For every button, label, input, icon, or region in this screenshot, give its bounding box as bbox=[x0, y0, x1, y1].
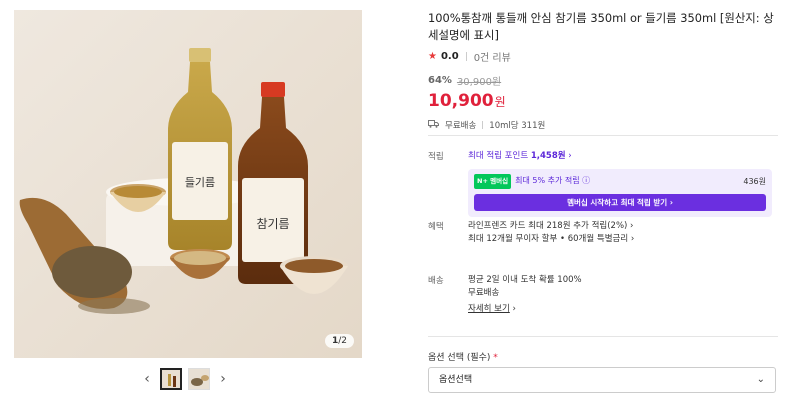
sale-price: 10,900원 bbox=[428, 91, 778, 111]
star-icon: ★ bbox=[428, 51, 437, 62]
max-points-chevron: › bbox=[565, 151, 572, 161]
discount-rate: 64% bbox=[428, 75, 452, 86]
delivery-details-link[interactable]: 자세히 보기 › bbox=[468, 303, 778, 316]
image-counter: 1/2 bbox=[324, 334, 354, 348]
shipping-fee: 무료배송 bbox=[445, 121, 477, 131]
sale-price-amount: 10,900 bbox=[428, 91, 494, 111]
thumbnail-strip: ‹ › bbox=[140, 368, 230, 390]
thumbnail-2[interactable] bbox=[188, 368, 210, 390]
option-select-dropdown[interactable]: 옵션선택 ⌄ bbox=[428, 367, 776, 393]
card-benefit-link[interactable]: 라인프렌즈 카드 최대 218원 추가 적립(2%) › bbox=[468, 220, 778, 233]
benefits-label: 혜택 bbox=[428, 222, 444, 232]
product-title: 100%통참깨 통들깨 안심 참기름 350ml or 들기름 350ml [원… bbox=[428, 11, 774, 42]
chevron-left-icon[interactable]: ‹ bbox=[140, 368, 154, 390]
divider bbox=[465, 52, 467, 61]
max-points-amount: 1,458원 bbox=[530, 151, 566, 161]
section-divider bbox=[428, 135, 778, 136]
membership-promo: N+ 멤버십 최대 5% 추가 적립 ⓘ 436원 멤버십 시작하고 최대 적립 … bbox=[468, 169, 772, 217]
chevron-right-icon[interactable]: › bbox=[216, 368, 230, 390]
divider bbox=[482, 121, 484, 129]
installment-benefit-link[interactable]: 최대 12개월 무이자 할부 • 60개월 특별금리 › bbox=[468, 233, 778, 246]
naver-plus-badge: N+ 멤버십 bbox=[474, 174, 512, 189]
sale-price-unit: 원 bbox=[494, 95, 506, 109]
option-label-text: 옵션 선택 (필수) bbox=[428, 353, 491, 363]
points-label: 적립 bbox=[428, 152, 444, 162]
delivery-section: 배송 평균 2일 이내 도착 확률 100% 무료배송 자세히 보기 › bbox=[428, 274, 778, 316]
original-price: 30,900원 bbox=[456, 77, 502, 88]
promo-amount: 436원 bbox=[743, 177, 766, 186]
bottle-right-label: 참기름 bbox=[256, 217, 289, 231]
review-count[interactable]: 0건 리뷰 bbox=[474, 49, 511, 64]
max-points-prefix: 최대 적립 포인트 bbox=[468, 151, 531, 161]
discount-row: 64% 30,900원 bbox=[428, 73, 778, 88]
required-mark: * bbox=[490, 353, 498, 363]
shipping-row: 무료배송 10ml당 311원 bbox=[428, 119, 778, 131]
delivery-details-text: 자세히 보기 bbox=[468, 304, 510, 314]
membership-start-button[interactable]: 멤버십 시작하고 최대 적립 받기 › bbox=[474, 194, 766, 211]
max-points-link[interactable]: 최대 적립 포인트 1,458원 › bbox=[468, 150, 778, 163]
product-main-image[interactable]: 들기름 참기름 1/2 bbox=[14, 10, 362, 358]
product-page: 들기름 참기름 1/2 ‹ › 100%통참깨 통들깨 안심 참기름 350ml… bbox=[0, 0, 800, 398]
points-section: 적립 최대 적립 포인트 1,458원 › N+ 멤버십 최대 5% 추가 적립 … bbox=[428, 150, 778, 217]
delivery-fee: 무료배송 bbox=[468, 288, 500, 298]
promo-rate: 최대 5% 추가 적립 bbox=[515, 176, 580, 185]
truck-icon bbox=[428, 119, 439, 131]
delivery-eta: 평균 2일 이내 도착 확률 100% bbox=[468, 275, 582, 285]
option-label: 옵션 선택 (필수) * bbox=[428, 350, 498, 363]
delivery-label: 배송 bbox=[428, 276, 444, 286]
chevron-down-icon: ⌄ bbox=[756, 374, 765, 385]
delivery-details-chevron: › bbox=[509, 304, 516, 314]
unit-price: 10ml당 311원 bbox=[489, 121, 546, 131]
bottle-left-label: 들기름 bbox=[185, 176, 215, 189]
rating-score: 0.0 bbox=[440, 51, 459, 62]
info-icon[interactable]: ⓘ bbox=[580, 176, 590, 185]
thumbnail-1[interactable] bbox=[160, 368, 182, 390]
product-info: 100%통참깨 통들깨 안심 참기름 350ml or 들기름 350ml [원… bbox=[428, 10, 778, 393]
option-select-value: 옵션선택 bbox=[439, 375, 473, 385]
benefits-section: 혜택 라인프렌즈 카드 최대 218원 추가 적립(2%) › 최대 12개월 … bbox=[428, 220, 778, 246]
section-divider bbox=[428, 336, 778, 337]
image-counter-total: /2 bbox=[338, 336, 347, 346]
rating-row[interactable]: ★ 0.0 0건 리뷰 bbox=[428, 49, 778, 64]
